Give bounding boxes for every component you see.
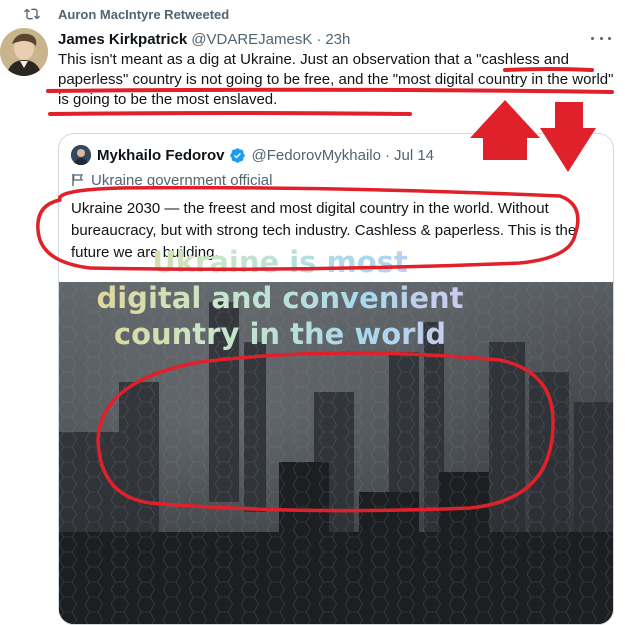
quote-avatar[interactable] — [71, 145, 91, 165]
video-caption-overlay: Ukraine is most digital and convenient c… — [60, 244, 500, 352]
portrait-image — [0, 28, 48, 76]
quote-author-name[interactable]: Mykhailo Fedorov — [97, 147, 225, 164]
government-label-text: Ukraine government official — [91, 171, 273, 189]
quote-avatar-image — [71, 145, 91, 165]
tweet-timestamp[interactable]: 23h — [325, 31, 350, 48]
quote-author-handle[interactable]: @FedorovMykhailo — [252, 147, 381, 164]
quote-separator: · — [384, 146, 390, 164]
quote-date[interactable]: Jul 14 — [394, 147, 434, 164]
quote-header: Mykhailo Fedorov @FedorovMykhailo · Jul … — [71, 144, 438, 166]
separator: · — [316, 30, 322, 48]
tweet-text: This isn't meant as a dig at Ukraine. Ju… — [58, 51, 614, 108]
government-label: Ukraine government official — [71, 170, 272, 190]
author-name[interactable]: James Kirkpatrick — [58, 31, 187, 48]
retweet-context[interactable]: Auron MacIntyre Retweeted — [24, 4, 229, 24]
author-handle[interactable]: @VDAREJamesK — [191, 31, 312, 48]
overlay-line-1: Ukraine is most — [152, 245, 408, 279]
author-avatar[interactable] — [0, 28, 48, 76]
overlay-line-2: digital and convenient — [96, 281, 464, 315]
retweet-icon — [24, 8, 40, 20]
retweet-label: Auron MacIntyre Retweeted — [58, 6, 230, 22]
overlay-line-3: country in the world — [113, 317, 447, 351]
quoted-tweet[interactable]: Mykhailo Fedorov @FedorovMykhailo · Jul … — [58, 133, 614, 625]
verified-badge-icon — [229, 147, 245, 163]
flag-icon — [72, 174, 84, 186]
tweet-header: James Kirkpatrick @VDAREJamesK · 23h — [58, 28, 625, 50]
more-options-icon[interactable] — [591, 30, 611, 46]
underline-3 — [48, 111, 412, 116]
